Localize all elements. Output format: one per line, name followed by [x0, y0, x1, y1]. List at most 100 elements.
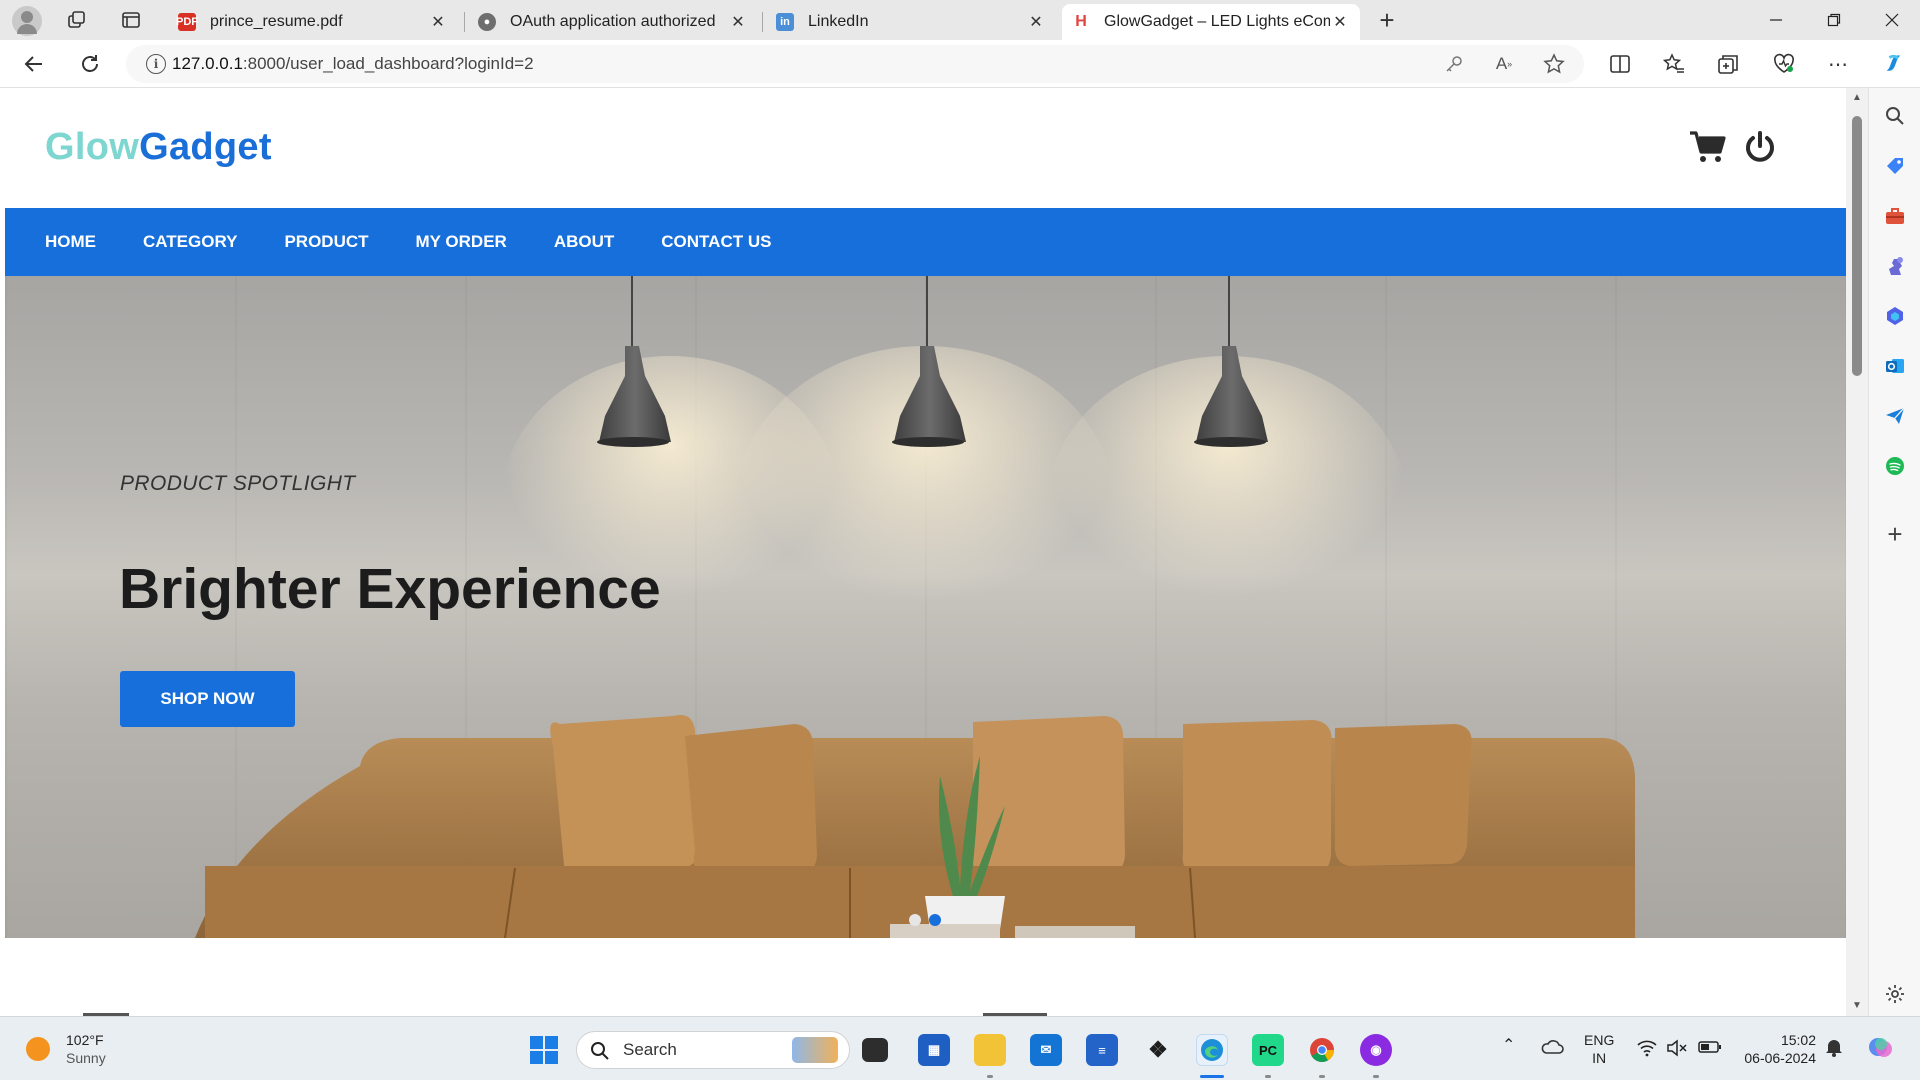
- cart-icon[interactable]: [1687, 126, 1729, 168]
- tab-actions-icon[interactable]: [118, 8, 144, 32]
- tab-title: GlowGadget – LED Lights eComm: [1104, 13, 1330, 30]
- tab-title: LinkedIn: [808, 13, 869, 30]
- microsoft-store-icon[interactable]: ▦: [918, 1034, 950, 1066]
- scroll-down-arrow[interactable]: ▼: [1851, 1000, 1863, 1011]
- carousel-indicators: [909, 914, 941, 926]
- cushion: [550, 715, 701, 884]
- pycharm-icon[interactable]: PC: [1252, 1034, 1284, 1066]
- read-aloud-icon[interactable]: A»: [1492, 52, 1516, 76]
- notepad-icon[interactable]: ≡: [1086, 1034, 1118, 1066]
- more-options-icon[interactable]: ⋯: [1826, 52, 1850, 76]
- nav-my-order[interactable]: MY ORDER: [416, 232, 507, 252]
- linkedin-icon: in: [776, 13, 794, 31]
- carousel-dot-2[interactable]: [929, 914, 941, 926]
- outlook-icon[interactable]: [1883, 354, 1907, 378]
- nav-product[interactable]: PRODUCT: [284, 232, 368, 252]
- hero-carousel: PRODUCT SPOTLIGHT Brighter Experience SH…: [5, 276, 1846, 938]
- key-icon[interactable]: [1442, 52, 1466, 76]
- task-view-icon[interactable]: [862, 1038, 888, 1062]
- running-indicator: [987, 1075, 993, 1078]
- cushion: [1182, 720, 1332, 878]
- clock[interactable]: 15:02 06-06-2024: [1736, 1031, 1816, 1067]
- favorite-star-icon[interactable]: [1542, 52, 1566, 76]
- close-icon[interactable]: ✕: [1330, 12, 1350, 32]
- search-icon[interactable]: [1883, 104, 1907, 128]
- mail-icon[interactable]: ✉: [1030, 1034, 1062, 1066]
- refresh-icon[interactable]: [78, 52, 102, 76]
- battery-icon[interactable]: [1698, 1040, 1722, 1058]
- nav-about[interactable]: ABOUT: [554, 232, 614, 252]
- tab-oauth[interactable]: ● OAuth application authorized ✕: [468, 4, 758, 40]
- collections-icon[interactable]: [1716, 52, 1740, 76]
- browser-tab-strip: PDF prince_resume.pdf ✕ ● OAuth applicat…: [0, 0, 1920, 40]
- logo-glow-text: Glow: [45, 126, 140, 168]
- site-favicon: H: [1075, 13, 1087, 30]
- running-indicator: [1373, 1075, 1379, 1078]
- logo-gadget-text: Gadget: [139, 126, 272, 168]
- wifi-icon[interactable]: [1636, 1039, 1658, 1061]
- tab-divider: [762, 12, 763, 32]
- file-explorer-icon[interactable]: [974, 1034, 1006, 1066]
- add-sidebar-app-icon[interactable]: +: [1883, 519, 1907, 549]
- nav-home[interactable]: HOME: [45, 232, 96, 252]
- minimize-button[interactable]: [1748, 0, 1804, 40]
- chrome-icon[interactable]: [1306, 1034, 1338, 1066]
- onedrive-cloud-icon[interactable]: [1540, 1037, 1564, 1059]
- workspaces-icon[interactable]: [64, 8, 90, 32]
- tab-divider: [464, 12, 465, 32]
- github-desktop-icon[interactable]: ◉: [1360, 1034, 1392, 1066]
- main-nav: HOME CATEGORY PRODUCT MY ORDER ABOUT CON…: [5, 208, 1846, 276]
- page-scrollbar[interactable]: ▲ ▼: [1846, 88, 1868, 1016]
- tab-prince-resume[interactable]: PDF prince_resume.pdf ✕: [168, 4, 458, 40]
- running-indicator: [1319, 1075, 1325, 1078]
- close-icon[interactable]: ✕: [428, 12, 448, 32]
- github-icon: ●: [478, 13, 496, 31]
- browser-essentials-icon[interactable]: [1772, 52, 1796, 76]
- tab-linkedin[interactable]: in LinkedIn ✕: [766, 4, 1056, 40]
- side-table: [890, 924, 1000, 938]
- favorites-icon[interactable]: [1662, 52, 1686, 76]
- address-bar[interactable]: 127.0.0.1:8000/user_load_dashboard?login…: [126, 45, 1584, 83]
- send-icon[interactable]: [1883, 404, 1907, 428]
- windows-start-icon[interactable]: [528, 1034, 560, 1066]
- edge-browser-icon[interactable]: [1196, 1034, 1228, 1066]
- profile-avatar[interactable]: [12, 6, 42, 36]
- spotify-icon[interactable]: [1883, 454, 1907, 478]
- shopping-tag-icon[interactable]: [1883, 154, 1907, 178]
- weather-widget[interactable]: 102°F Sunny: [26, 1031, 106, 1067]
- close-window-button[interactable]: [1864, 0, 1920, 40]
- show-hidden-icons-chevron[interactable]: ⌃: [1502, 1037, 1515, 1055]
- tab-glowgadget[interactable]: H GlowGadget – LED Lights eComm ✕: [1062, 4, 1360, 40]
- shop-now-button[interactable]: SHOP NOW: [120, 671, 295, 727]
- scroll-up-arrow[interactable]: ▲: [1851, 92, 1863, 103]
- copilot-icon[interactable]: [1882, 52, 1906, 76]
- scrollbar-thumb[interactable]: [1852, 116, 1862, 376]
- copilot-taskbar-icon[interactable]: [1866, 1033, 1896, 1067]
- tab-title: OAuth application authorized: [510, 13, 716, 30]
- games-icon[interactable]: [1883, 254, 1907, 278]
- language-indicator[interactable]: ENG IN: [1584, 1031, 1614, 1067]
- address-path: :8000/user_load_dashboard?loginId=2: [242, 54, 534, 73]
- microsoft-365-icon[interactable]: [1883, 304, 1907, 328]
- site-logo[interactable]: GlowGadget: [45, 126, 272, 169]
- sidebar-settings-icon[interactable]: [1883, 982, 1907, 1006]
- back-icon[interactable]: [22, 52, 46, 76]
- nav-contact-us[interactable]: CONTACT US: [661, 232, 771, 252]
- dropbox-icon[interactable]: ❖: [1142, 1034, 1174, 1066]
- site-info-icon[interactable]: i: [146, 54, 166, 74]
- close-icon[interactable]: ✕: [1026, 12, 1046, 32]
- close-icon[interactable]: ✕: [728, 12, 748, 32]
- nav-category[interactable]: CATEGORY: [143, 232, 237, 252]
- logout-power-icon[interactable]: [1739, 126, 1781, 168]
- carousel-dot-1[interactable]: [909, 914, 921, 926]
- tools-icon[interactable]: [1883, 204, 1907, 228]
- volume-muted-icon[interactable]: [1666, 1039, 1688, 1061]
- running-indicator: [1265, 1075, 1271, 1078]
- pdf-icon: PDF: [176, 13, 198, 31]
- notification-settings-icon[interactable]: [1824, 1037, 1844, 1061]
- page-viewport: GlowGadget HOME CATEGORY PRODUCT MY ORDE…: [0, 88, 1868, 1016]
- restore-button[interactable]: [1806, 0, 1862, 40]
- tab-title: prince_resume.pdf: [210, 13, 343, 30]
- new-tab-button[interactable]: +: [1374, 5, 1400, 35]
- split-screen-icon[interactable]: [1608, 52, 1632, 76]
